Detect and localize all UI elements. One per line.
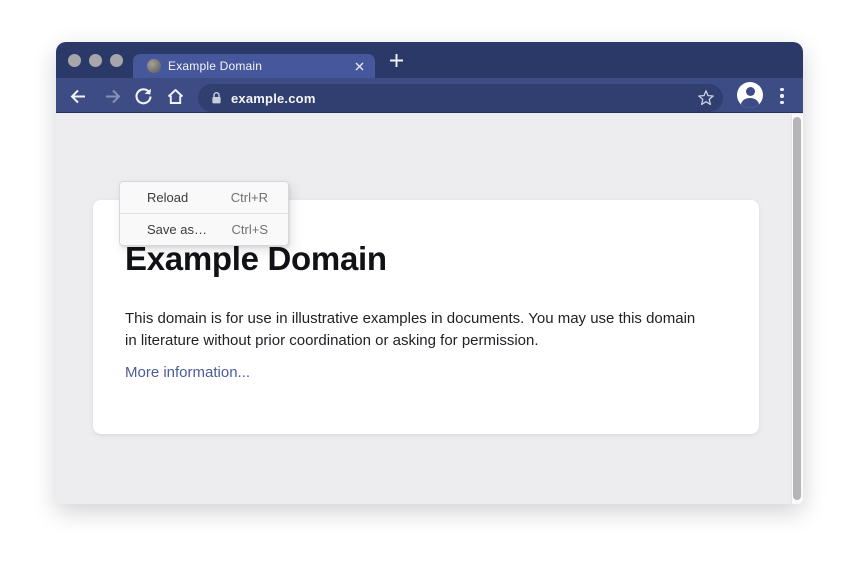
reload-icon	[134, 87, 153, 106]
menu-item-save-as[interactable]: Save as… Ctrl+S	[120, 214, 288, 245]
back-arrow-icon	[69, 87, 88, 106]
kebab-dot	[780, 88, 783, 91]
scrollbar-track[interactable]	[791, 114, 803, 504]
plus-icon	[389, 53, 404, 68]
user-avatar-icon	[737, 82, 763, 108]
bookmark-button[interactable]	[697, 89, 715, 107]
avatar-shoulders	[741, 98, 759, 108]
address-bar[interactable]: example.com	[198, 84, 723, 112]
page-paragraph: This domain is for use in illustrative e…	[125, 308, 703, 352]
window-maximize-button[interactable]	[110, 54, 123, 67]
back-button[interactable]	[68, 86, 88, 106]
window-minimize-button[interactable]	[89, 54, 102, 67]
menu-item-shortcut: Ctrl+R	[231, 190, 268, 205]
kebab-dot	[780, 101, 783, 104]
menu-item-label: Reload	[147, 190, 188, 205]
browser-menu-button[interactable]	[777, 87, 787, 105]
more-information-link[interactable]: More information...	[125, 364, 250, 381]
browser-tab[interactable]: Example Domain	[133, 54, 375, 78]
browser-window: Example Domain	[56, 42, 803, 504]
star-icon	[697, 89, 715, 107]
menu-item-shortcut: Ctrl+S	[232, 222, 268, 237]
page-content: Example Domain This domain is for use in…	[56, 114, 803, 504]
tab-close-button[interactable]	[354, 61, 365, 72]
lock-icon	[210, 91, 223, 105]
context-menu: Reload Ctrl+R Save as… Ctrl+S	[119, 181, 289, 246]
tab-bar: Example Domain	[56, 42, 803, 78]
browser-toolbar: example.com	[56, 78, 803, 113]
scrollbar-thumb[interactable]	[793, 117, 801, 500]
forward-button[interactable]	[102, 86, 122, 106]
tab-title: Example Domain	[168, 59, 262, 73]
globe-favicon-icon	[147, 59, 161, 73]
url-text: example.com	[231, 91, 316, 106]
home-icon	[166, 87, 185, 106]
profile-button[interactable]	[737, 82, 763, 108]
new-tab-button[interactable]	[388, 52, 404, 68]
menu-item-reload[interactable]: Reload Ctrl+R	[120, 182, 288, 213]
home-button[interactable]	[165, 86, 185, 106]
window-close-button[interactable]	[68, 54, 81, 67]
kebab-dot	[780, 94, 783, 97]
reload-button[interactable]	[133, 86, 153, 106]
avatar-head	[746, 87, 755, 96]
close-icon	[355, 62, 364, 71]
menu-item-label: Save as…	[147, 222, 207, 237]
forward-arrow-icon	[103, 87, 122, 106]
